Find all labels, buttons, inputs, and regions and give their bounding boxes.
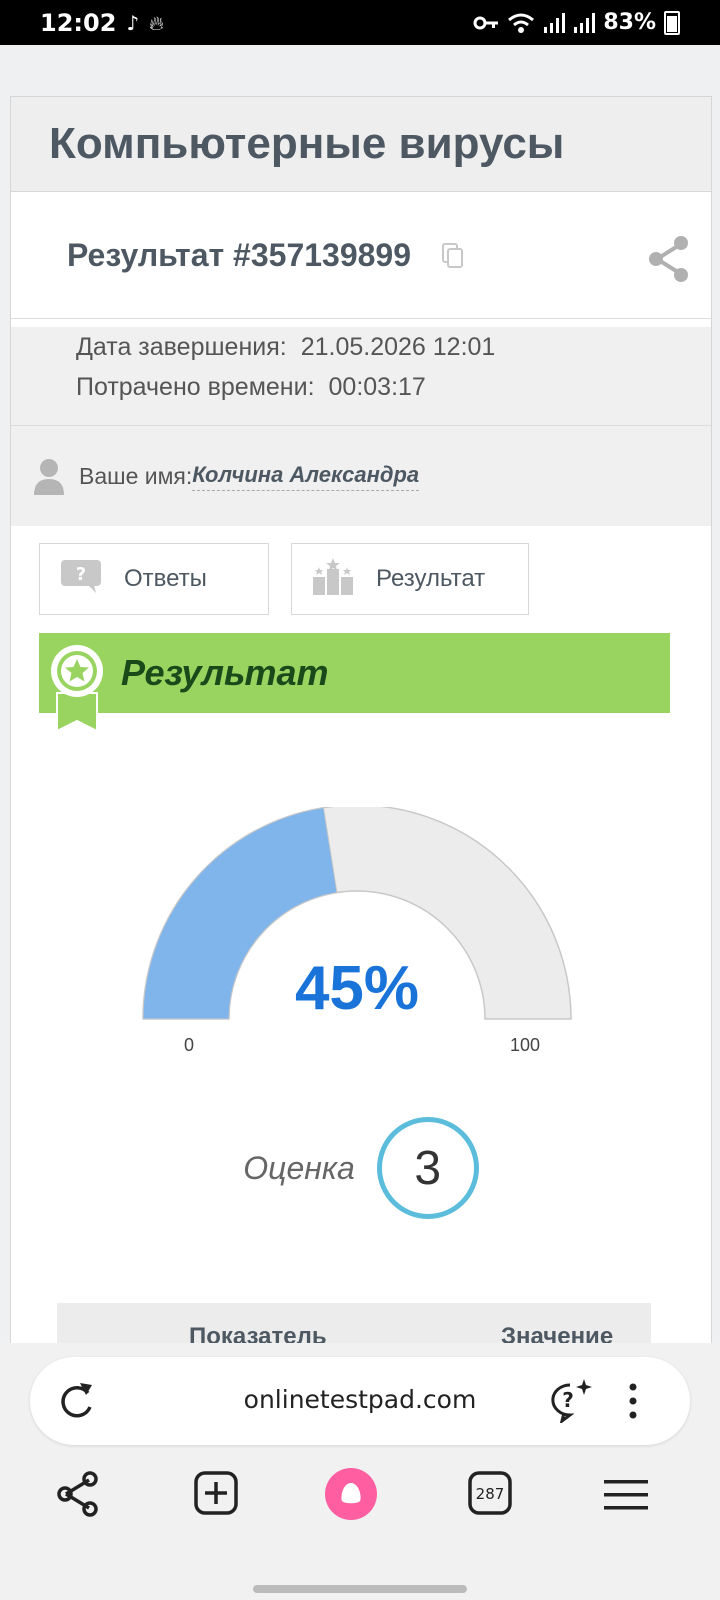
time-spent-value: 00:03:17 (328, 373, 426, 401)
result-card: Компьютерные вирусы Результат #357139899… (10, 96, 712, 1370)
alice-assistant-icon[interactable] (324, 1467, 378, 1526)
name-row: Ваше имя: Колчина Александра (11, 426, 711, 526)
result-title: Результат #357139899 (67, 236, 412, 273)
result-meta: Дата завершения: 21.05.2026 12:01 Потраче… (11, 327, 711, 426)
status-time: 12:02 (40, 8, 117, 37)
more-menu-icon[interactable] (628, 1383, 638, 1424)
share-icon[interactable] (647, 234, 691, 289)
tab-answers-label: Ответы (124, 565, 207, 592)
gauge-value: 45% (295, 954, 419, 1023)
new-tab-icon[interactable] (194, 1471, 238, 1520)
share-nav-icon[interactable] (56, 1471, 100, 1522)
flame-icon: 🔥︎ (149, 10, 164, 35)
key-icon (473, 16, 499, 29)
gauge-min-label: 0 (184, 1035, 194, 1055)
signal-icon-2 (574, 12, 596, 33)
tab-answers[interactable]: ? Ответы (39, 543, 269, 615)
wifi-icon (508, 13, 535, 33)
finish-date-value: 21.05.2026 12:01 (300, 333, 496, 361)
person-icon (33, 457, 65, 495)
score-label: Оценка (243, 1149, 355, 1186)
card-header: Компьютерные вирусы (11, 97, 711, 192)
status-right: 83% (473, 10, 680, 35)
gauge-max-label: 100 (510, 1035, 540, 1055)
result-banner: Результат (39, 633, 670, 733)
question-bubble-icon: ? (60, 559, 102, 600)
result-tabs: ? Ответы Результат (39, 543, 529, 615)
page-title: Компьютерные вирусы (49, 119, 565, 168)
score-row: Оценка 3 (11, 1117, 711, 1219)
home-indicator[interactable] (253, 1585, 467, 1593)
name-value[interactable]: Колчина Александра (192, 462, 420, 491)
finish-date-label: Дата завершения: (76, 333, 287, 361)
svg-text:?: ? (562, 1388, 574, 1412)
tab-result-label: Результат (376, 565, 486, 592)
tabs-counter-icon[interactable]: 287 (468, 1471, 512, 1520)
result-row: Результат #357139899 (11, 192, 711, 319)
name-label: Ваше имя: (79, 462, 193, 489)
award-badge-icon (47, 645, 107, 738)
status-bar: 12:02 ♪ 🔥︎ 83% (0, 0, 720, 45)
tab-result[interactable]: Результат (291, 543, 529, 615)
battery-percent: 83% (603, 10, 656, 35)
tab-count: 287 (476, 1485, 505, 1503)
tiktok-icon: ♪ (126, 10, 140, 35)
signal-icon (544, 12, 566, 33)
browser-nav: 287 (0, 1468, 720, 1541)
ai-assistant-icon[interactable]: ? (550, 1377, 594, 1428)
time-spent-line: Потрачено времени: 00:03:17 (76, 367, 711, 407)
copy-icon[interactable] (441, 242, 464, 268)
score-badge: 3 (376, 1117, 479, 1219)
battery-icon (664, 10, 680, 35)
time-spent-label: Потрачено времени: (76, 373, 315, 401)
finish-date-line: Дата завершения: 21.05.2026 12:01 (76, 327, 711, 367)
banner-title: Результат (121, 652, 329, 693)
address-bar[interactable]: onlinetestpad.com ? (30, 1357, 690, 1445)
svg-text:?: ? (76, 564, 86, 585)
hamburger-menu-icon[interactable] (604, 1479, 648, 1516)
podium-icon (312, 557, 354, 602)
browser-bottom-bar: onlinetestpad.com ? 287 (0, 1343, 720, 1600)
percent-gauge: 45% 0 100 (131, 804, 591, 1082)
